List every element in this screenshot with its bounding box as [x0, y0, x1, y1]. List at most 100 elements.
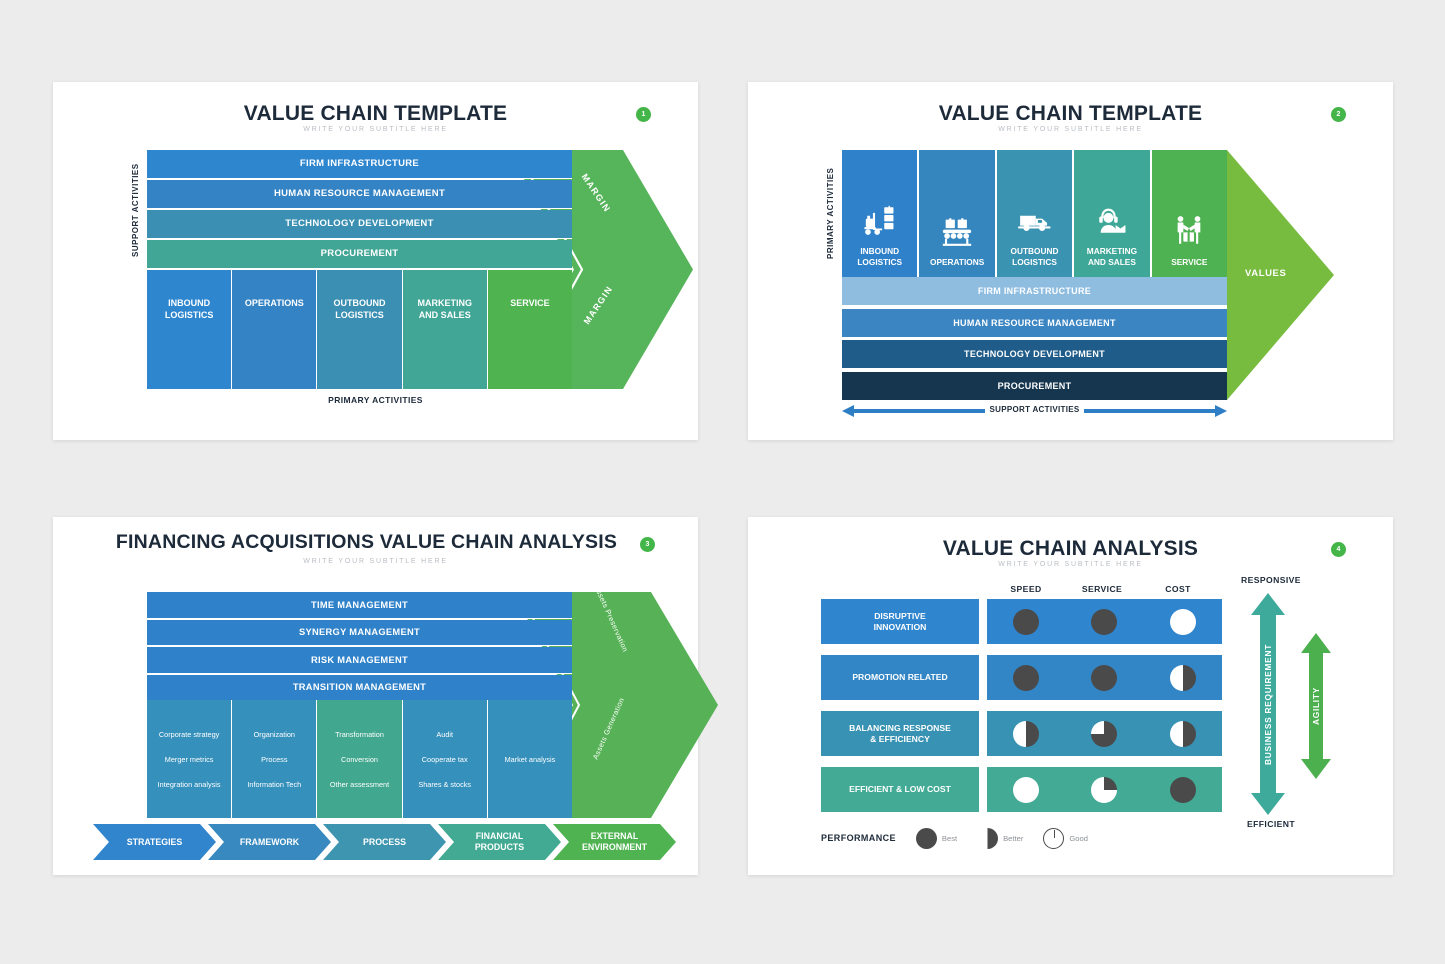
slide-3-detail-column[interactable]: Transformation Conversion Other assessment	[317, 700, 403, 818]
slide-1-support-row[interactable]: FIRM INFRASTRUCTURE	[147, 150, 572, 179]
slide-1-primary-cell[interactable]: OUTBOUND LOGISTICS	[317, 270, 403, 389]
slide-2-support-row[interactable]: PROCUREMENT	[842, 371, 1227, 402]
slide-4-row-cells[interactable]	[987, 599, 1222, 644]
slide-2-primary-cell-label: OUTBOUND LOGISTICS	[1010, 246, 1059, 267]
slide-2-support-row-label: FIRM INFRASTRUCTURE	[977, 286, 1092, 296]
slide-4-rating-cell[interactable]	[987, 608, 1065, 635]
slide-2-support-activities-axis: SUPPORT ACTIVITIES	[842, 404, 1227, 418]
slide-3-detail-item: Transformation	[335, 729, 384, 739]
slide-4-row-cells[interactable]	[987, 711, 1222, 756]
slide-4-rating-cell[interactable]	[1144, 720, 1222, 747]
slide-1-support-row-label: FIRM INFRASTRUCTURE	[299, 158, 420, 170]
slide-4-business-requirement-arrow: BUSINESS REQUIREMENT	[1251, 593, 1285, 815]
slide-1-primary-activities-row: INBOUND LOGISTICS OPERATIONS OUTBOUND LOGIST…	[147, 270, 573, 389]
slide-1-support-row[interactable]: TECHNOLOGY DEVELOPMENT	[147, 210, 572, 239]
slide-3-detail-columns-group: Corporate strategy Merger metrics Integrat…	[147, 700, 573, 818]
slide-2-primary-cell-label: INBOUND LOGISTICS	[857, 246, 903, 267]
slide-1-primary-cell-label: INBOUND LOGISTICS	[164, 298, 214, 320]
slide-3-process-chevrons: STRATEGIES FRAMEWORK PROCESS FINANCIAL PRODU…	[93, 824, 668, 860]
slide-4-rating-cell[interactable]	[1065, 776, 1143, 803]
slide-3-management-row[interactable]: SYNERGY MANAGEMENT	[147, 619, 572, 646]
slide-2-support-activities-label: SUPPORT ACTIVITIES	[985, 405, 1084, 414]
slide-3-chevron-step[interactable]: FINANCIAL PRODUCTS	[438, 824, 561, 860]
slide-4-column-header: SERVICE	[1081, 584, 1123, 594]
slide-2-support-row[interactable]: FIRM INFRASTRUCTURE	[842, 277, 1227, 307]
slide-1-value-chain-template[interactable]: VALUE CHAIN TEMPLATE WRITE YOUR SUBTITLE…	[53, 82, 698, 440]
slide-3-management-row-label: SYNERGY MANAGEMENT	[299, 627, 420, 638]
slide-2-primary-cell-label: SERVICE	[1171, 256, 1208, 267]
slide-3-detail-item: Market analysis	[504, 754, 556, 764]
delivery-truck-icon	[1017, 203, 1052, 237]
slide-4-rating-cell[interactable]	[987, 720, 1065, 747]
pie-half-icon	[977, 827, 999, 849]
slide-4-row-cells[interactable]	[987, 655, 1222, 700]
slide-4-legend-item: Better	[977, 827, 1023, 849]
slide-2-support-row[interactable]: TECHNOLOGY DEVELOPMENT	[842, 340, 1227, 370]
slide-4-rating-cell[interactable]	[1065, 608, 1143, 635]
headset-support-icon	[1095, 203, 1129, 237]
slide-3-chevron-step[interactable]: STRATEGIES	[93, 824, 216, 860]
slide-4-rating-cell[interactable]	[1065, 664, 1143, 691]
slide-3-management-row[interactable]: TIME MANAGEMENT	[147, 592, 572, 619]
pie-full-icon	[1013, 608, 1040, 635]
slide-3-chevron-label: FINANCIAL PRODUCTS	[474, 831, 525, 852]
slide-1-primary-activities-axis-label: PRIMARY ACTIVITIES	[328, 395, 423, 405]
slide-2-primary-cell[interactable]: SERVICE	[1151, 150, 1228, 277]
slide-2-primary-cell[interactable]: OPERATIONS	[919, 150, 997, 277]
slide-3-detail-column[interactable]: Corporate strategy Merger metrics Integrat…	[147, 700, 233, 818]
slide-3-detail-column[interactable]: Organization Process Information Tech	[232, 700, 318, 818]
slide-3-detail-column[interactable]: Audit Cooperate tax Shares & stocks	[402, 700, 488, 818]
slide-4-rating-cell[interactable]	[1144, 776, 1222, 803]
pie-full-icon	[1013, 664, 1040, 691]
slide-3-detail-item: Process	[261, 754, 288, 764]
slide-4-row-label[interactable]: BALANCING RESPONSE & EFFICIENCY	[821, 711, 979, 756]
slide-1-primary-cell-label: OUTBOUND LOGISTICS	[333, 298, 386, 320]
slide-3-detail-item: Shares & stocks	[418, 779, 472, 789]
slide-4-rating-cell[interactable]	[1144, 664, 1222, 691]
slide-3-chevron-step[interactable]: EXTERNAL ENVIRONMENT	[553, 824, 676, 860]
pie-half-icon	[1169, 720, 1196, 747]
slide-2-subtitle: WRITE YOUR SUBTITLE HERE	[998, 126, 1143, 133]
slide-2-primary-cell[interactable]: MARKETING AND SALES	[1074, 150, 1152, 277]
slide-4-rating-cell[interactable]	[1144, 608, 1222, 635]
slide-2-primary-cell[interactable]: OUTBOUND LOGISTICS	[996, 150, 1075, 277]
slide-1-primary-cell[interactable]: SERVICE	[487, 270, 573, 389]
slide-3-management-row-label: RISK MANAGEMENT	[311, 654, 408, 665]
slide-3-detail-column[interactable]: Market analysis	[487, 700, 573, 818]
slide-4-legend-title: PERFORMANCE	[821, 833, 896, 843]
slide-4-legend-items: Best Better Good	[915, 827, 1108, 849]
slide-3-financing-acquisitions[interactable]: FINANCING ACQUISITIONS VALUE CHAIN ANALY…	[53, 517, 718, 875]
slide-2-support-row-label: PROCUREMENT	[997, 380, 1072, 391]
slide-4-legend-item: Good	[1043, 827, 1088, 849]
slide-2-values-label: VALUES	[1245, 268, 1287, 279]
slide-4-responsive-label: RESPONSIVE	[1241, 575, 1301, 585]
slide-2-primary-cell[interactable]: INBOUND LOGISTICS	[842, 150, 920, 277]
slide-4-legend-item: Best	[915, 827, 957, 849]
slide-1-primary-cell-label: SERVICE	[510, 298, 550, 308]
slide-3-chevron-step[interactable]: FRAMEWORK	[208, 824, 331, 860]
slide-4-value-chain-analysis[interactable]: VALUE CHAIN ANALYSIS WRITE YOUR SUBTITLE…	[748, 517, 1393, 875]
slide-2-support-row-label: TECHNOLOGY DEVELOPMENT	[964, 349, 1105, 359]
slide-4-row-cells[interactable]	[987, 767, 1222, 812]
slide-2-support-row[interactable]: HUMAN RESOURCE MANAGEMENT	[842, 308, 1227, 339]
slide-4-row-label[interactable]: EFFICIENT & LOW COST	[821, 767, 979, 812]
slide-3-chevron-step[interactable]: PROCESS	[323, 824, 446, 860]
slide-1-primary-cell[interactable]: MARKETING AND SALES	[402, 270, 488, 389]
slide-1-primary-cell[interactable]: OPERATIONS	[232, 270, 318, 389]
slide-4-agility-arrow: AGILITY	[1301, 633, 1331, 779]
slide-4-row-label[interactable]: PROMOTION RELATED	[821, 655, 979, 700]
slide-3-management-row[interactable]: TRANSITION MANAGEMENT	[147, 674, 572, 701]
slide-4-row-label[interactable]: DISRUPTIVE INNOVATION	[821, 599, 979, 644]
slide-4-rating-cell[interactable]	[987, 776, 1065, 803]
slide-4-rating-cell[interactable]	[987, 664, 1065, 691]
slide-2-primary-cell-label: MARKETING AND SALES	[1086, 246, 1138, 267]
slide-3-management-row[interactable]: RISK MANAGEMENT	[147, 647, 572, 674]
slide-1-support-row[interactable]: HUMAN RESOURCE MANAGEMENT	[147, 180, 572, 209]
slide-2-title: VALUE CHAIN TEMPLATE	[938, 102, 1203, 125]
slide-2-value-chain-template[interactable]: VALUE CHAIN TEMPLATE WRITE YOUR SUBTITLE…	[748, 82, 1393, 440]
slide-1-primary-cell[interactable]: INBOUND LOGISTICS	[147, 270, 233, 389]
slide-1-support-row[interactable]: PROCUREMENT	[147, 240, 572, 269]
slide-4-rating-cell[interactable]	[1065, 720, 1143, 747]
pie-quarter-icon	[1091, 776, 1118, 803]
pie-half-icon	[1169, 664, 1196, 691]
